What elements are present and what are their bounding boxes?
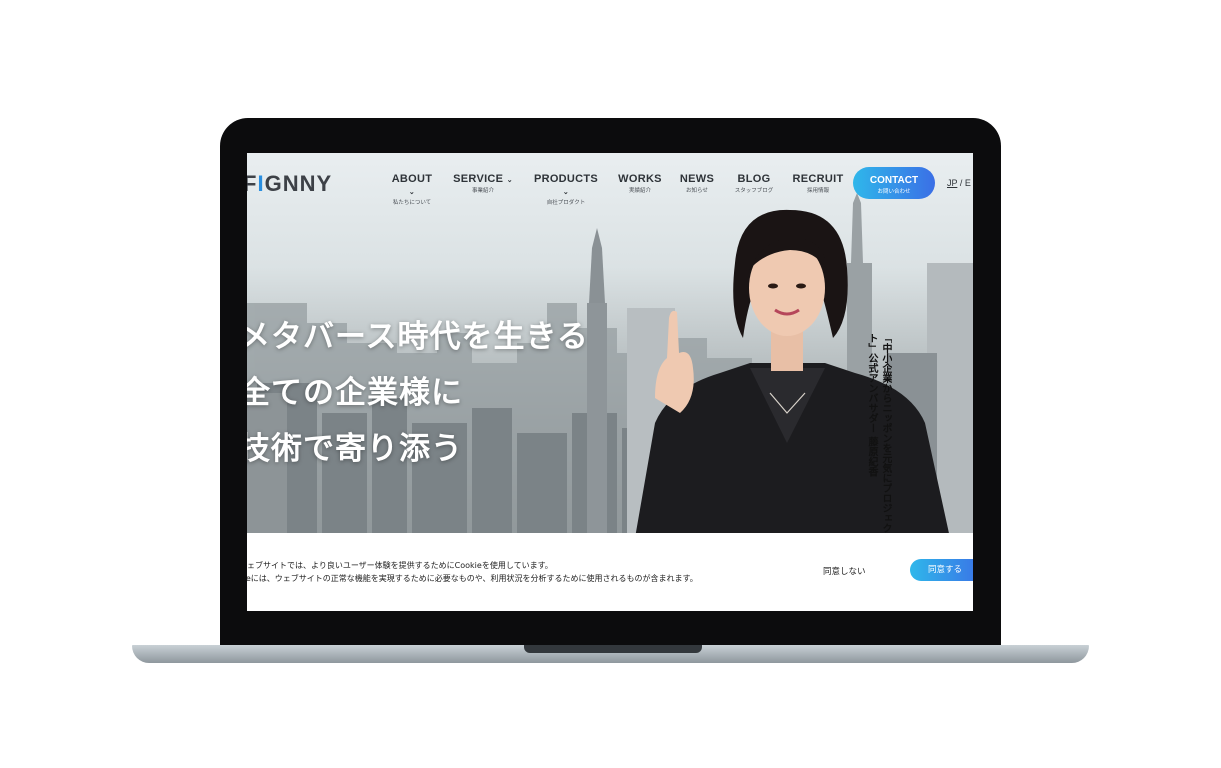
nav-item-service[interactable]: SERVICE ⌄ 事業紹介	[453, 173, 513, 194]
hero-headline-line: 全ての企業様に	[247, 375, 463, 411]
nav-item-news[interactable]: NEWS お知らせ	[675, 173, 719, 194]
hero-headline: メタバース時代を生きる 全ての企業様に 技術で寄り添う	[247, 309, 589, 477]
lang-en-link[interactable]: E	[965, 178, 971, 188]
ambassador-portrait	[635, 209, 950, 538]
chevron-down-icon: ⌄	[408, 189, 416, 196]
cookie-decline-button[interactable]: 同意しない	[823, 565, 866, 577]
cookie-accept-button[interactable]: 同意する	[910, 559, 973, 581]
nav-item-about[interactable]: ABOUT ⌄ 私たちについて	[387, 173, 437, 206]
nav-item-works[interactable]: WORKS 実績紹介	[615, 173, 665, 194]
hero-headline-line: 技術で寄り添う	[247, 431, 463, 467]
cookie-message: ウェブサイトでは、より良いユーザー体験を提供するためにCookieを使用していま…	[247, 561, 698, 583]
laptop-notch	[524, 645, 702, 653]
nav-item-products[interactable]: PRODUCTS ⌄ 自社プロダクト	[530, 173, 602, 206]
cookie-banner: ウェブサイトでは、より良いユーザー体験を提供するためにCookieを使用していま…	[247, 533, 973, 611]
hero-headline-line: メタバース時代を生きる	[247, 319, 589, 355]
browser-screen: FIGNNY ABOUT ⌄ 私たちについて SERVICE ⌄ 事業紹介 PR…	[247, 153, 973, 611]
chevron-down-icon: ⌄	[562, 189, 570, 196]
ambassador-caption: 「中小企業からニッポンを元気にプロジェクト」公式アンバサダー 藤原紀香	[866, 333, 891, 533]
lang-jp-link[interactable]: JP	[947, 178, 957, 188]
nav-item-blog[interactable]: BLOG スタッフブログ	[728, 173, 780, 194]
chevron-down-icon: ⌄	[506, 177, 513, 184]
nav-item-recruit[interactable]: RECRUIT 採用情報	[789, 173, 847, 194]
site-header: FIGNNY ABOUT ⌄ 私たちについて SERVICE ⌄ 事業紹介 PR…	[247, 153, 973, 215]
contact-button[interactable]: CONTACT お問い合わせ	[853, 167, 935, 199]
language-switcher: JP / E	[947, 178, 971, 188]
